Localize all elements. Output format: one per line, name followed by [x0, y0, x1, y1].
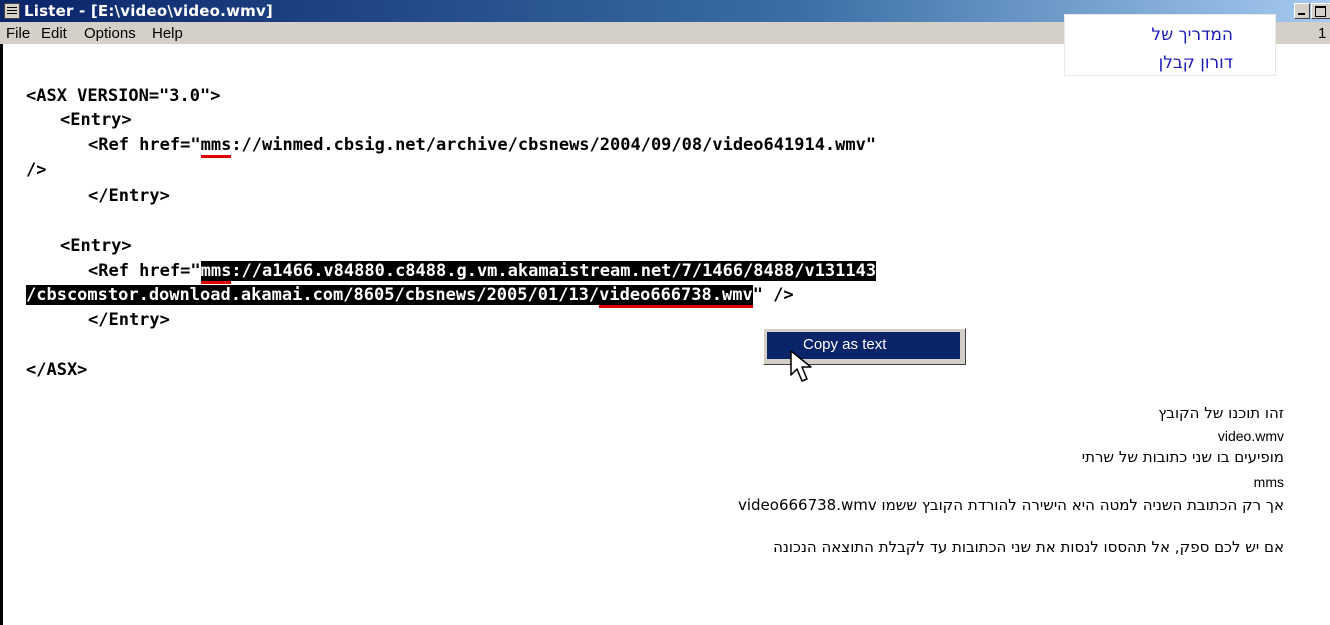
window-left-border	[0, 44, 3, 625]
maximize-button[interactable]	[1311, 3, 1330, 19]
mouse-pointer-icon	[790, 350, 812, 382]
page-indicator: 1	[1318, 25, 1327, 42]
note-line-2: video.wmv	[1217, 428, 1284, 444]
ref-close-2: />	[762, 285, 794, 305]
code-line-entry-close-2: </Entry>	[88, 310, 170, 330]
note-line-1: זהו תוכנו של הקובץ	[1158, 404, 1284, 422]
menu-file[interactable]: File	[6, 25, 30, 42]
author-brand-box: המדריך של דורון קבלן	[1064, 14, 1276, 76]
lister-window: Lister - [E:\video\video.wmv] File Edit …	[0, 0, 1330, 625]
menu-help[interactable]: Help	[152, 25, 183, 42]
code-line-ref-2-cont: /cbscomstor.download.akamai.com/8605/cbs…	[26, 283, 794, 308]
code-line-asx-close: </ASX>	[26, 360, 88, 380]
note-line-4: mms	[1253, 474, 1284, 490]
ref-url-2-part2: /cbscomstor.download.akamai.com/8605/cbs…	[26, 285, 600, 305]
ref-quote-end: "	[752, 285, 763, 305]
code-line-ref-1: <Ref href="mms://winmed.cbsig.net/archiv…	[88, 133, 877, 158]
note-line-6: אם יש לכם ספק, אל תהססו לנסות את שני הכת…	[773, 538, 1284, 556]
ref-url-1: ://winmed.cbsig.net/archive/cbsnews/2004…	[231, 135, 877, 155]
menu-edit[interactable]: Edit	[41, 25, 67, 42]
ref-prefix-2: <Ref href="	[88, 261, 201, 281]
code-line-close-1: />	[26, 160, 47, 180]
mms-protocol-1: mms	[200, 135, 232, 158]
code-line-entry-close-1: </Entry>	[88, 186, 170, 206]
file-content-area[interactable]: <ASX VERSION="3.0"> <Entry> <Ref href="m…	[0, 44, 1330, 625]
window-title: Lister - [E:\video\video.wmv]	[24, 2, 273, 20]
code-line-ref-2: <Ref href="mms://a1466.v84880.c8488.g.vm…	[88, 259, 877, 284]
ref-prefix-1: <Ref href="	[88, 135, 201, 155]
lister-app-icon[interactable]	[4, 3, 20, 19]
note-line-5: אך רק הכתובת השניה למטה היא הישירה להורד…	[737, 496, 1284, 514]
video-filename-highlight: video666738.wmv	[599, 285, 753, 308]
code-line-entry-open-1: <Entry>	[60, 110, 132, 130]
minimize-button[interactable]	[1294, 3, 1310, 19]
note-line-3: מופיעים בו שני כתובות של שרתי	[1081, 448, 1284, 466]
menu-options[interactable]: Options	[84, 25, 136, 42]
ref-url-2-part1: ://a1466.v84880.c8488.g.vm.akamaistream.…	[231, 261, 877, 281]
code-line-entry-open-2: <Entry>	[60, 236, 132, 256]
mms-protocol-2: mms	[200, 261, 232, 284]
code-line-asx-open: <ASX VERSION="3.0">	[26, 86, 221, 106]
brand-line-2: דורון קבלן	[1158, 53, 1233, 73]
brand-line-1: המדריך של	[1151, 25, 1233, 45]
